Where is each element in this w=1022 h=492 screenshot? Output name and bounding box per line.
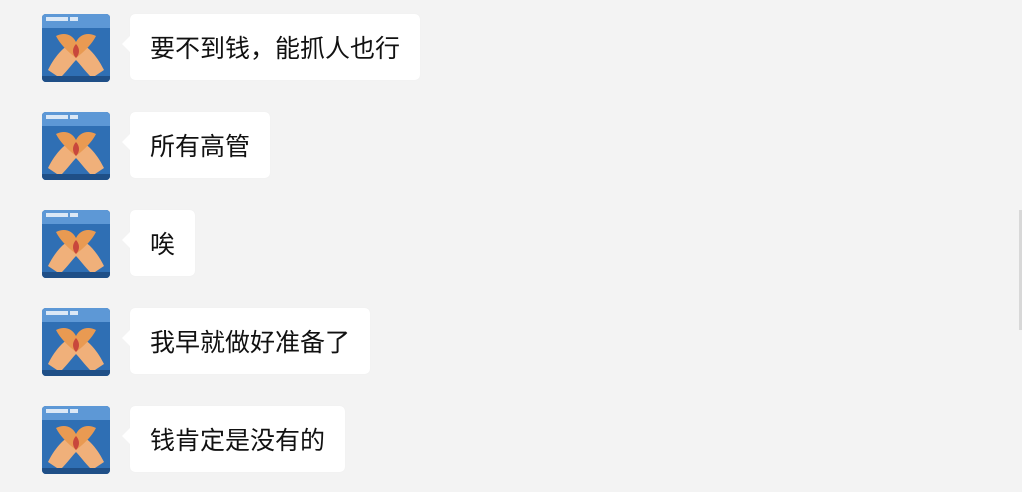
message-bubble[interactable]: 所有高管 (121, 112, 271, 178)
heart-hands-icon (42, 308, 110, 376)
avatar[interactable] (42, 112, 110, 180)
message-bubble[interactable]: 要不到钱，能抓人也行 (121, 14, 421, 80)
message-text: 要不到钱，能抓人也行 (150, 34, 401, 63)
heart-hands-icon (42, 210, 110, 278)
message-bubble[interactable]: 钱肯定是没有的 (121, 406, 346, 472)
avatar[interactable] (42, 210, 110, 278)
heart-hands-icon (42, 406, 110, 474)
message-bubble[interactable]: 唉 (121, 210, 196, 276)
heart-hands-icon (42, 14, 110, 82)
message-row: 我早就做好准备了 (42, 308, 371, 376)
message-row: 要不到钱，能抓人也行 (42, 14, 421, 82)
message-text: 我早就做好准备了 (150, 328, 351, 357)
chat-area: 要不到钱，能抓人也行 所有高管 唉 我早就做好准备了 钱肯定是没有的 (0, 0, 1022, 492)
message-row: 所有高管 (42, 112, 271, 180)
message-row: 钱肯定是没有的 (42, 406, 346, 474)
message-text: 唉 (150, 230, 176, 259)
avatar[interactable] (42, 308, 110, 376)
avatar[interactable] (42, 406, 110, 474)
message-text: 钱肯定是没有的 (150, 426, 326, 455)
message-bubble[interactable]: 我早就做好准备了 (121, 308, 371, 374)
message-text: 所有高管 (150, 132, 251, 161)
heart-hands-icon (42, 112, 110, 180)
message-row: 唉 (42, 210, 196, 278)
avatar[interactable] (42, 14, 110, 82)
